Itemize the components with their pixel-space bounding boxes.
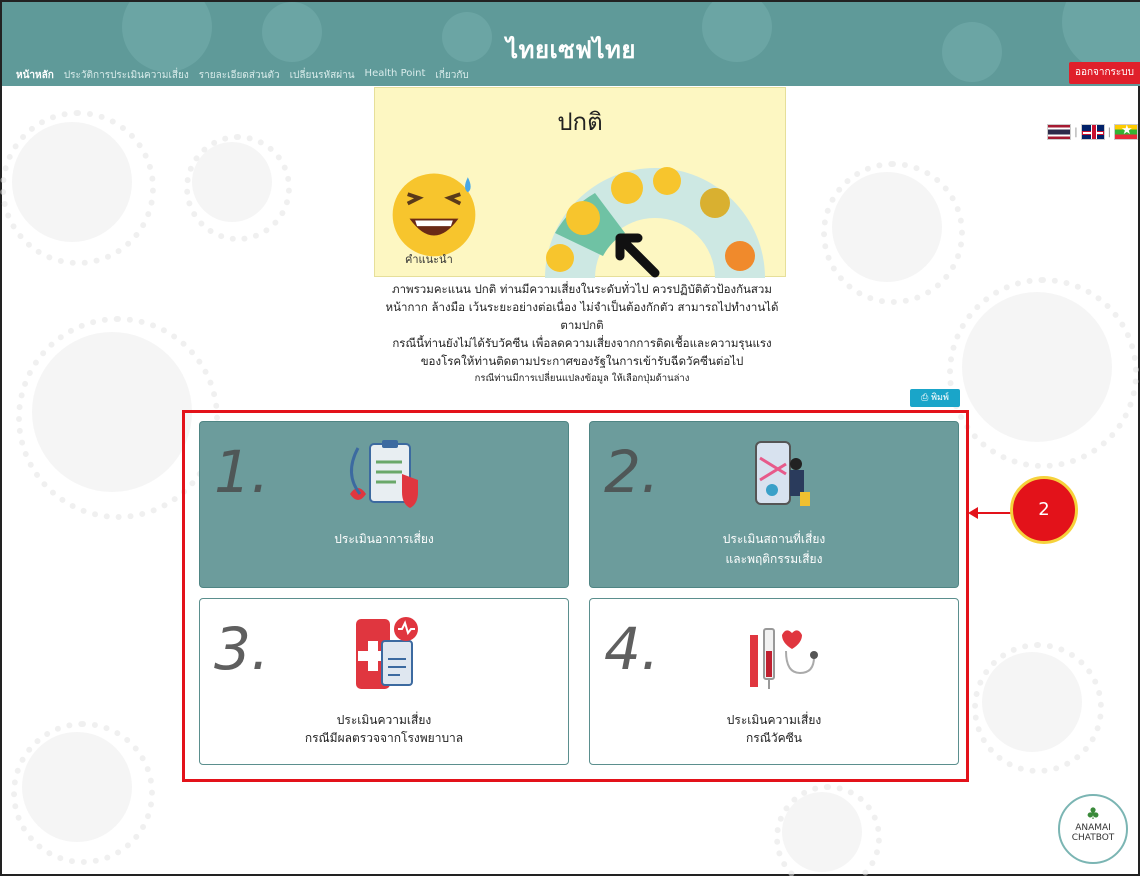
virus-decoration	[947, 277, 1139, 469]
change-note: กรณีท่านมีการเปลี่ยนแปลงข้อมูล ให้เลือกป…	[474, 373, 690, 384]
tile-label: และพฤติกรรมเสี่ยง	[725, 552, 823, 566]
print-button[interactable]: ⎙ พิมพ์	[910, 389, 960, 407]
risk-level-title: ปกติ	[557, 108, 603, 136]
assess-places-tile[interactable]: 2. ประเมินสถานที่เสี่ยง และพฤติกรรมเสี่ย…	[589, 421, 959, 588]
emoji-icon	[546, 244, 574, 272]
tile-number: 3.	[214, 615, 270, 683]
emoji-icon	[611, 172, 643, 204]
thai-flag-icon[interactable]	[1047, 124, 1072, 140]
virus-decoration	[11, 721, 155, 865]
site-title: ไทยเซฟไทย	[506, 36, 636, 64]
nav-change-password[interactable]: เปลี่ยนรหัสผ่าน	[290, 68, 355, 83]
tile-number: 2.	[604, 438, 660, 506]
tile-label: ประเมินความเสี่ยง	[726, 713, 822, 727]
summary-line: ภาพรวมคะแนน ปกติ ท่านมีความเสี่ยงในระดับ…	[392, 282, 772, 296]
assess-symptoms-tile[interactable]: 1. ประเมินอาการเสี่ยง	[199, 421, 569, 588]
uk-flag-icon[interactable]	[1080, 124, 1105, 140]
top-header: ไทยเซฟไทย หน้าหลัก ประวัติการประเมินความ…	[2, 2, 1140, 86]
tile-number: 1.	[214, 438, 270, 506]
nav-home[interactable]: หน้าหลัก	[16, 68, 54, 83]
emoji-icon	[725, 241, 755, 271]
laughing-sweat-emoji-icon	[392, 173, 476, 257]
summary-line: ตามปกติ	[560, 318, 604, 332]
tile-label: ประเมินอาการเสี่ยง	[334, 532, 434, 546]
tile-label: กรณีมีผลตรวจจากโรงพยาบาล	[304, 731, 464, 745]
assess-vaccine-tile[interactable]: 4. ประเมินความเสี่ยง กรณีวัคซีน	[589, 598, 959, 765]
emoji-icon	[653, 167, 681, 195]
printer-icon: ⎙	[921, 393, 932, 403]
vaccine-stethoscope-icon	[750, 628, 818, 689]
virus-decoration	[821, 161, 965, 305]
language-switcher: | |	[1047, 123, 1138, 140]
nav-health-point[interactable]: Health Point	[365, 68, 426, 83]
chatbot-button[interactable]: ♣ ANAMAI CHATBOT	[1058, 794, 1128, 864]
risk-gauge	[545, 167, 765, 278]
nav-profile[interactable]: รายละเอียดส่วนตัว	[199, 68, 280, 83]
tile-label: ประเมินความเสี่ยง	[336, 713, 432, 727]
tile-number: 4.	[604, 615, 660, 683]
print-label: พิมพ์	[931, 393, 949, 403]
virus-decoration	[774, 784, 882, 876]
advice-label: คำแนะนำ	[405, 253, 453, 266]
assess-hospital-result-tile[interactable]: 3. ประเมินความเสี่ยง กรณีมีผลตรวจจากโรงพ…	[199, 598, 569, 765]
emoji-icon	[700, 188, 730, 218]
phone-medical-report-icon	[356, 617, 418, 689]
virus-decoration	[16, 316, 220, 520]
medical-checklist-icon	[350, 440, 418, 508]
chatbot-label: ANAMAI	[1075, 823, 1111, 833]
emoji-icon	[566, 201, 600, 235]
virus-decoration	[972, 642, 1104, 774]
chatbot-label: CHATBOT	[1071, 833, 1115, 843]
risk-result-card: ปกติ คำแนะนำ	[374, 87, 786, 278]
logout-button[interactable]: ออกจากระบบ	[1068, 62, 1140, 84]
chatbot-mascot-icon: ♣	[1085, 804, 1101, 823]
summary-line: กรณีนี้ท่านยังไม่ได้รับวัคซีน เพื่อลดควา…	[392, 336, 772, 350]
callout-number-badge: 2	[1010, 476, 1078, 544]
assessment-options-highlight: 1. ประเมินอาการเสี่ยง 2. ประเมินสถานที่เ…	[182, 410, 969, 782]
virus-decoration	[0, 110, 156, 266]
nav-about[interactable]: เกี่ยวกับ	[435, 68, 468, 83]
summary-line: หน้ากาก ล้างมือ เว้นระยะอย่างต่อเนื่อง ไ…	[385, 300, 779, 314]
result-summary: ภาพรวมคะแนน ปกติ ท่านมีความเสี่ยงในระดับ…	[342, 280, 822, 388]
phone-map-people-icon	[755, 441, 810, 506]
main-nav: หน้าหลัก ประวัติการประเมินความเสี่ยง ราย…	[16, 68, 469, 83]
nav-history[interactable]: ประวัติการประเมินความเสี่ยง	[64, 68, 189, 83]
tile-label: กรณีวัคซีน	[746, 731, 802, 745]
summary-line: ของโรคให้ท่านติดตามประกาศของรัฐในการเข้า…	[420, 354, 744, 368]
tile-label: ประเมินสถานที่เสี่ยง	[722, 532, 826, 546]
myanmar-flag-icon[interactable]	[1114, 123, 1138, 140]
virus-decoration	[184, 134, 292, 242]
